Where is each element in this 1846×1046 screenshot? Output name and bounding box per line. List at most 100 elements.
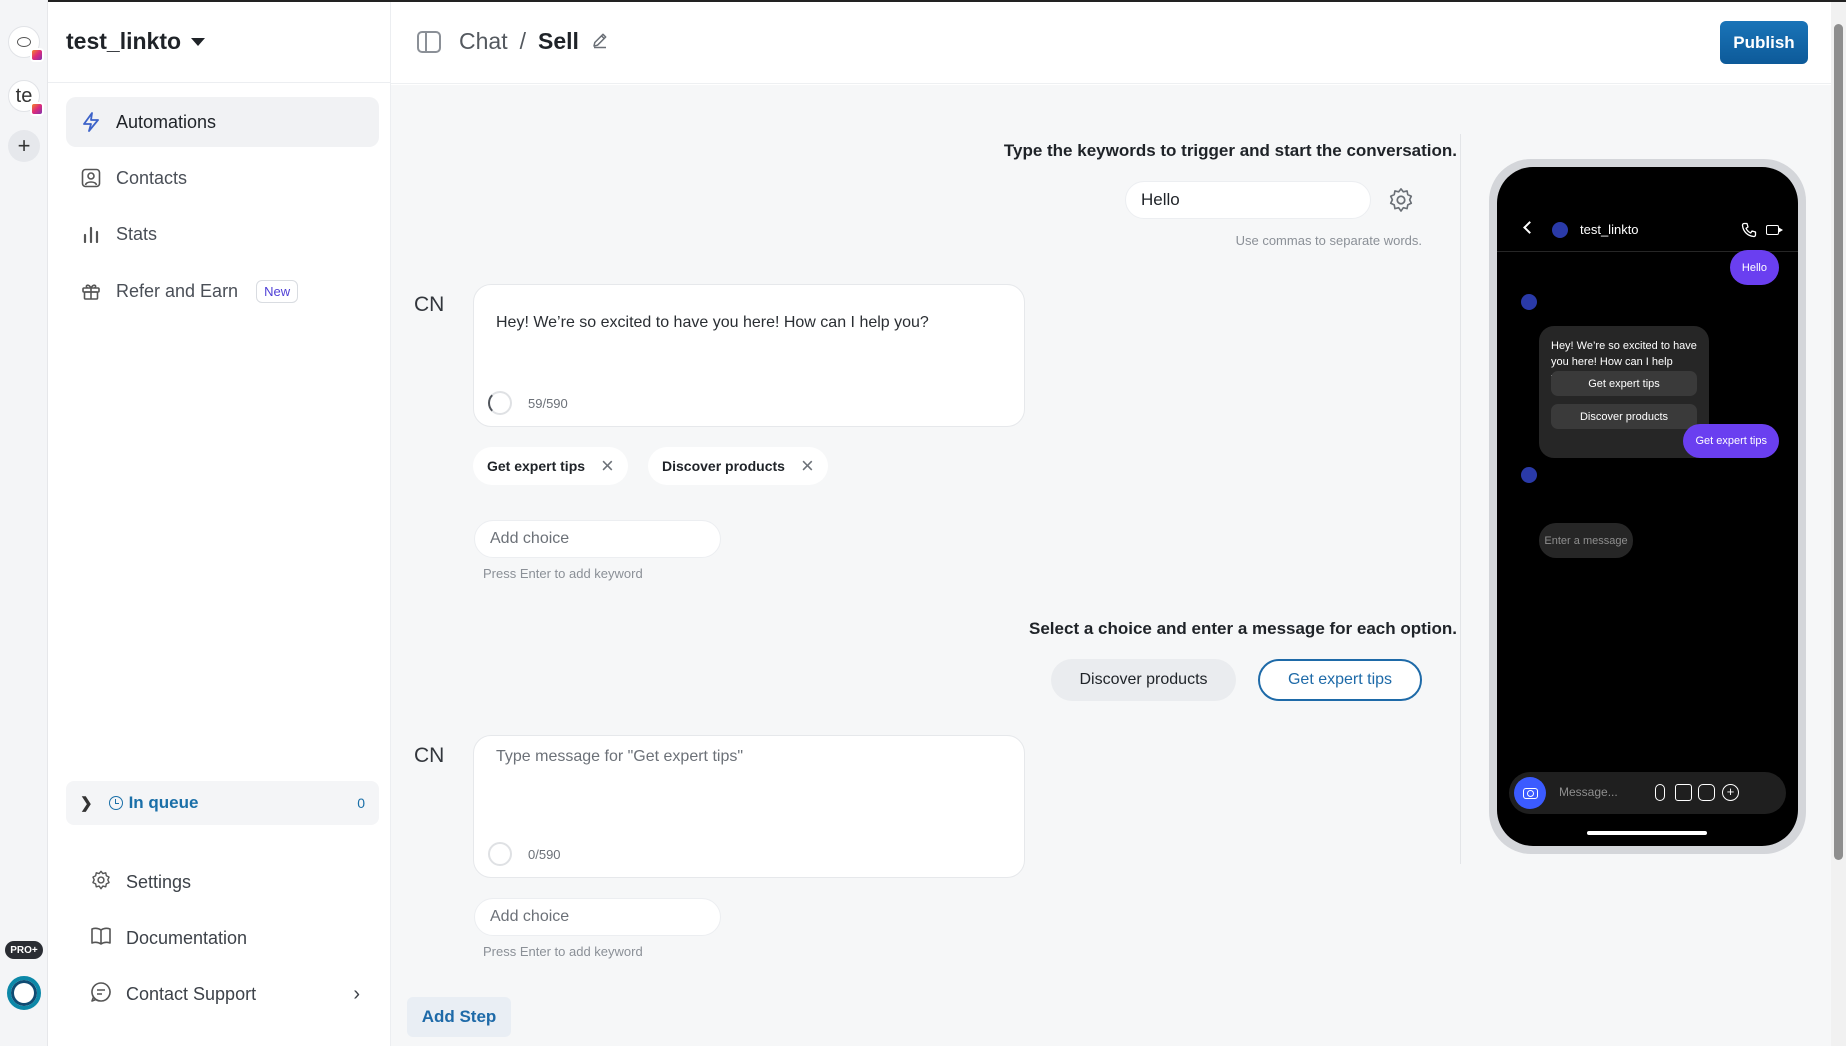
outgoing-bubble: Hello xyxy=(1729,250,1779,285)
sidebar-item-label: Automations xyxy=(116,111,217,132)
page-header: Chat / Sell Publish xyxy=(391,2,1831,84)
close-icon[interactable]: × xyxy=(801,455,814,477)
trigger-keyword-input[interactable]: Hello xyxy=(1125,181,1371,219)
sticker-icon xyxy=(1698,784,1715,801)
sidebar-item-label: Refer and Earn xyxy=(116,280,239,301)
breadcrumb: Chat / Sell xyxy=(417,28,609,55)
sidebar-item-automations[interactable]: Automations xyxy=(66,97,379,147)
queue-label: In queue xyxy=(128,793,199,812)
composer-placeholder: Message... xyxy=(1559,785,1618,799)
publish-button[interactable]: Publish xyxy=(1720,21,1808,64)
chat-username: test_linkto xyxy=(1580,222,1639,237)
sidebar-item-contacts[interactable]: Contacts xyxy=(66,153,379,203)
documentation-label: Documentation xyxy=(126,927,248,948)
divider xyxy=(1460,134,1461,864)
workspace-switcher[interactable]: test_linkto xyxy=(66,28,206,55)
gift-icon xyxy=(80,280,102,302)
add-choice-hint: Press Enter to add keyword xyxy=(483,944,643,959)
contact-support-link[interactable]: Contact Support › xyxy=(90,974,360,1014)
chat-header: test_linkto xyxy=(1497,167,1798,252)
gear-icon[interactable] xyxy=(1387,186,1415,214)
breadcrumb-parent[interactable]: Chat xyxy=(459,28,508,55)
close-icon[interactable]: × xyxy=(601,455,614,477)
bar-chart-icon xyxy=(80,223,102,245)
caret-down-icon xyxy=(191,37,206,46)
camera-icon xyxy=(1514,777,1546,809)
add-step-button[interactable]: Add Step xyxy=(407,997,511,1037)
sidebar-item-label: Stats xyxy=(116,223,158,244)
instagram-icon xyxy=(30,48,44,62)
microphone-icon xyxy=(1655,784,1665,801)
char-progress-ring xyxy=(488,842,512,866)
chevron-right-icon: › xyxy=(353,982,360,1005)
edit-pencil-icon[interactable] xyxy=(591,28,609,55)
add-account-button[interactable]: + xyxy=(8,130,40,162)
sidebar-item-refer[interactable]: Refer and Earn New xyxy=(66,266,379,316)
lightning-icon xyxy=(80,111,102,133)
breadcrumb-current: Sell xyxy=(537,28,579,54)
select-choice-title: Select a choice and enter a message for … xyxy=(1029,619,1457,638)
chevron-right-icon: ❯ xyxy=(80,795,93,812)
queue-count: 0 xyxy=(357,795,365,811)
toggle-sidebar-icon[interactable] xyxy=(417,30,441,53)
message-card[interactable]: Hey! We’re so excited to have you here! … xyxy=(473,284,1025,427)
message-text[interactable]: Hey! We’re so excited to have you here! … xyxy=(496,314,929,332)
back-arrow-icon xyxy=(1523,221,1536,234)
message-composer: Message... + xyxy=(1509,772,1786,814)
settings-link[interactable]: Settings xyxy=(90,862,360,902)
incoming-placeholder-bubble: Enter a message xyxy=(1539,523,1633,558)
choice-label: Get expert tips xyxy=(487,458,586,474)
option-discover-products[interactable]: Discover products xyxy=(1051,659,1236,701)
contact-support-label: Contact Support xyxy=(126,983,257,1004)
char-count: 0/590 xyxy=(528,847,561,862)
account-avatar-te[interactable]: te xyxy=(8,80,44,116)
divider xyxy=(48,82,391,83)
char-progress-ring xyxy=(488,391,512,415)
avatar xyxy=(1521,467,1537,483)
add-choice-input[interactable]: Add choice xyxy=(474,898,721,936)
add-choice-input[interactable]: Add choice xyxy=(474,520,721,558)
choice-label: Discover products xyxy=(662,458,785,474)
phone-preview: test_linkto Hello Hey! We’re so excited … xyxy=(1489,159,1806,854)
scrollbar[interactable] xyxy=(1831,2,1846,1046)
brand-logo-icon[interactable] xyxy=(7,976,41,1010)
chat-support-icon xyxy=(90,981,112,1008)
home-indicator xyxy=(1587,831,1707,835)
sidebar-item-label: Contacts xyxy=(116,167,188,188)
video-call-icon xyxy=(1766,225,1783,235)
instagram-icon xyxy=(30,102,44,116)
documentation-link[interactable]: Documentation xyxy=(90,918,360,958)
trigger-title: Type the keywords to trigger and start t… xyxy=(1003,141,1457,160)
image-icon xyxy=(1675,784,1692,801)
sidebar-item-stats[interactable]: Stats xyxy=(66,209,379,259)
account-avatar-logo[interactable] xyxy=(8,26,44,62)
phone-screen: test_linkto Hello Hey! We’re so excited … xyxy=(1497,167,1798,846)
scrollbar-thumb[interactable] xyxy=(1834,24,1843,860)
avatar xyxy=(1552,222,1568,238)
clock-icon xyxy=(108,796,123,810)
breadcrumb-separator: / xyxy=(519,28,526,54)
gear-icon xyxy=(90,869,112,896)
new-badge: New xyxy=(256,279,299,303)
settings-label: Settings xyxy=(126,871,192,892)
sidebar: test_linkto Automations Contacts Stats R… xyxy=(48,2,391,1046)
plus-circle-icon: + xyxy=(1722,784,1739,801)
phone-call-icon xyxy=(1741,222,1757,238)
quick-reply-button: Get expert tips xyxy=(1551,371,1697,396)
message-placeholder[interactable]: Type message for "Get expert tips" xyxy=(496,748,743,766)
avatar xyxy=(1521,294,1537,310)
message-card[interactable]: Type message for "Get expert tips" 0/590 xyxy=(473,735,1025,878)
char-count: 59/590 xyxy=(528,396,568,411)
account-rail: te + PRO+ xyxy=(0,0,48,1046)
add-choice-hint: Press Enter to add keyword xyxy=(483,566,643,581)
choice-chip: Get expert tips × xyxy=(473,447,628,485)
choice-chip: Discover products × xyxy=(648,447,828,485)
step-avatar: CN xyxy=(414,744,445,767)
in-queue-toggle[interactable]: ❯ In queue 0 xyxy=(66,781,379,825)
plan-badge: PRO+ xyxy=(5,941,43,959)
book-icon xyxy=(90,926,112,951)
contacts-icon xyxy=(80,167,102,189)
workspace-name: test_linkto xyxy=(66,28,182,54)
quick-reply-button: Discover products xyxy=(1551,404,1697,429)
option-get-expert-tips[interactable]: Get expert tips xyxy=(1258,659,1422,701)
